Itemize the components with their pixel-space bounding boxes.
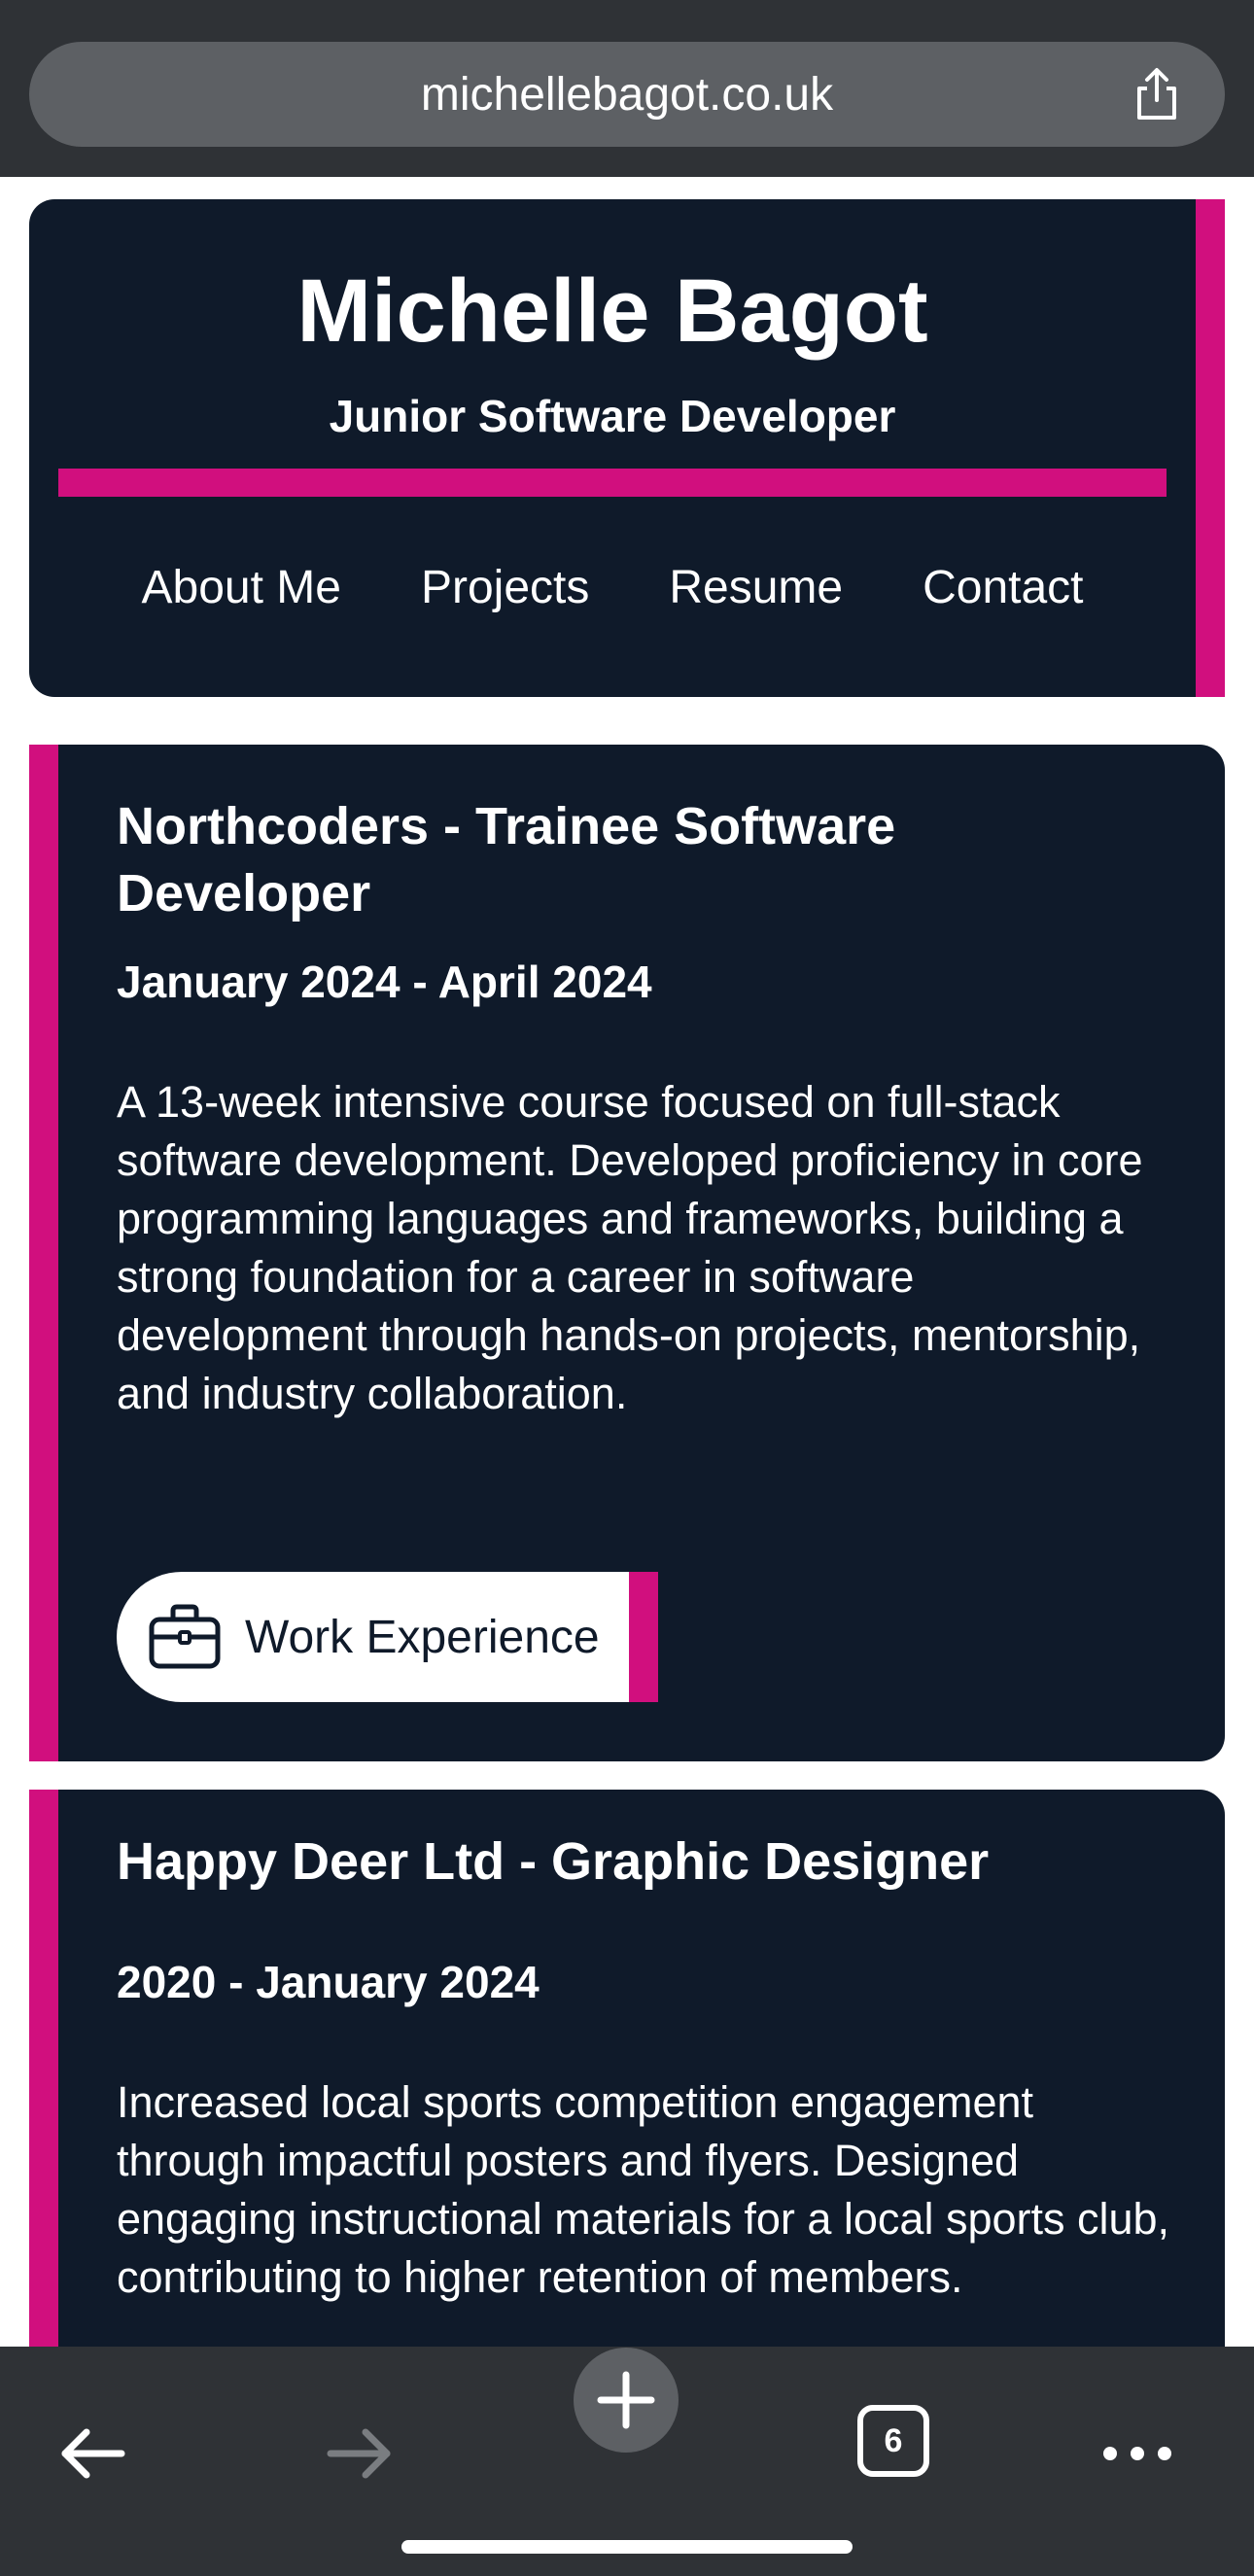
nav-projects[interactable]: Projects [421,559,589,617]
more-icon[interactable] [1098,2415,1176,2492]
site-header: Michelle Bagot Junior Software Developer… [29,199,1225,697]
nav-resume[interactable]: Resume [669,559,843,617]
browser-bottom-bar: 6 [0,2347,1254,2576]
work-experience-label: Work Experience [245,1611,600,1663]
web-page: Michelle Bagot Junior Software Developer… [0,177,1254,2347]
experience-title: Northcoders - Trainee Software Developer [117,797,896,922]
share-icon[interactable] [1128,65,1186,123]
nav-about-me[interactable]: About Me [142,559,341,617]
experience-description: A 13-week intensive course focused on fu… [117,1077,1143,1418]
experience-description: Increased local sports competition engag… [117,2077,1170,2302]
experience-dates: January 2024 - April 2024 [117,957,652,1007]
briefcase-icon [149,1604,221,1669]
home-indicator [401,2540,853,2554]
header-divider [58,469,1167,497]
new-tab-button[interactable] [574,2348,679,2457]
site-role: Junior Software Developer [329,391,896,441]
forward-icon[interactable] [321,2415,399,2492]
experience-dates: 2020 - January 2024 [117,1957,540,2007]
tag-accent-stripe [628,1572,658,1702]
browser-top-bar: michellebagot.co.uk [0,0,1254,177]
experience-card: Happy Deer Ltd - Graphic Designer 2020 -… [29,1790,1225,2347]
work-experience-tag[interactable]: Work Experience [117,1572,658,1702]
main-nav: About Me Projects Resume Contact [29,559,1196,617]
tabs-icon[interactable]: 6 [857,2405,929,2477]
header-accent-stripe [1196,199,1225,697]
nav-contact[interactable]: Contact [923,559,1083,617]
experience-card: Northcoders - Trainee Software Developer… [29,745,1225,1761]
experience-title: Happy Deer Ltd - Graphic Designer [117,1832,990,1891]
site-name: Michelle Bagot [296,261,928,361]
card-accent-stripe [29,745,58,1761]
address-bar[interactable]: michellebagot.co.uk [29,42,1225,147]
back-icon[interactable] [53,2415,131,2492]
url-text[interactable]: michellebagot.co.uk [29,42,1225,147]
card-accent-stripe [29,1790,58,2347]
new-tab-icon[interactable] [574,2348,679,2453]
